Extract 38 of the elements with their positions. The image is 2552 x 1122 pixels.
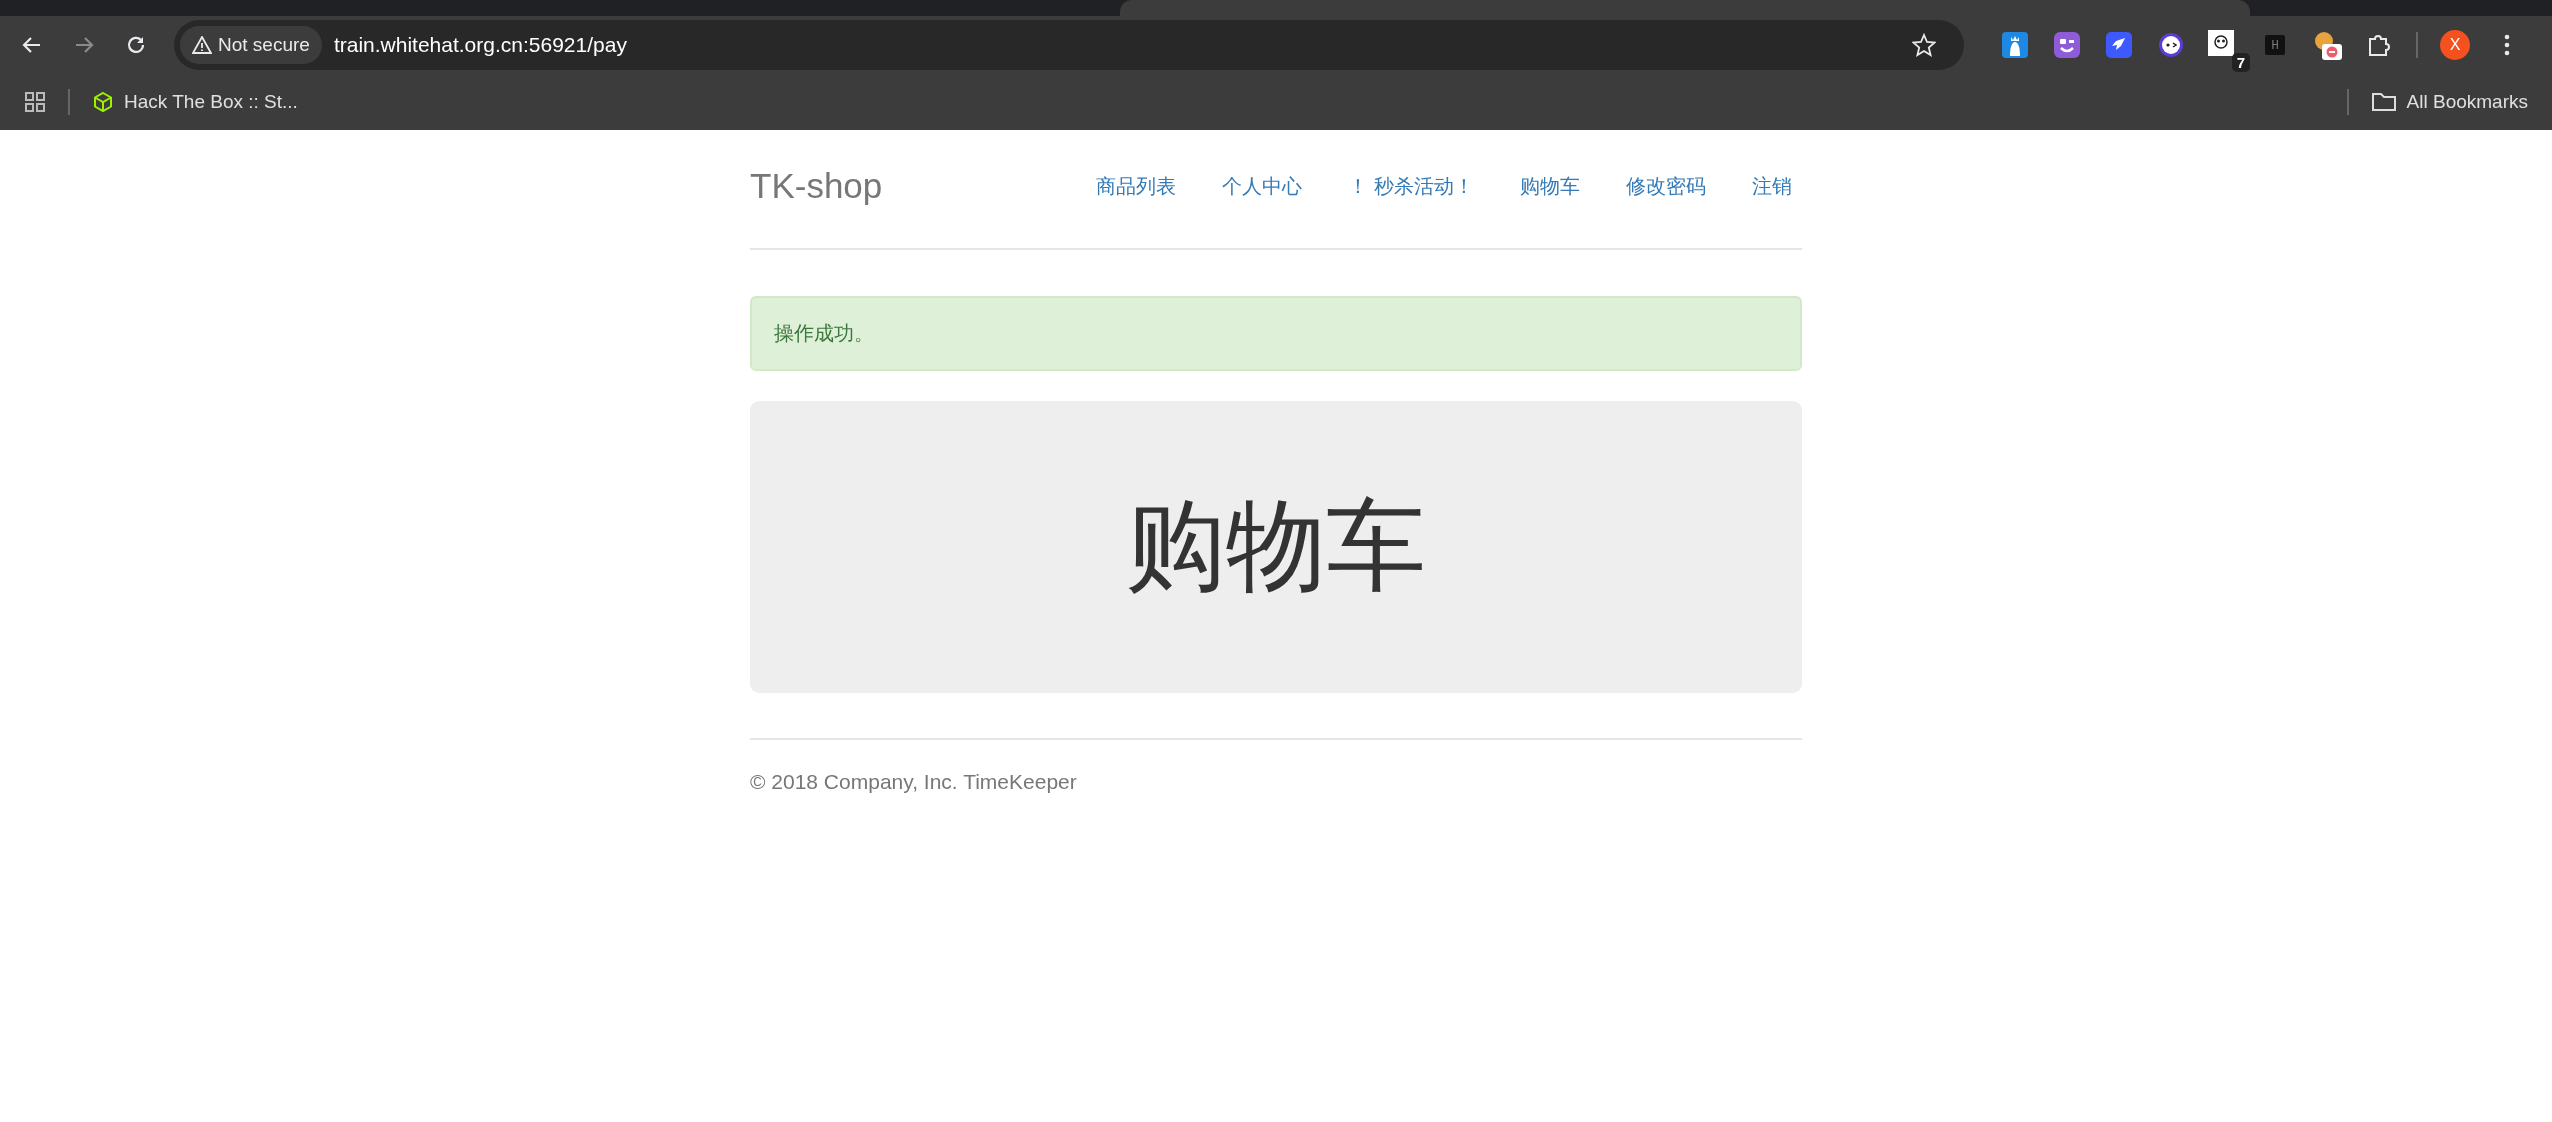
extension-letter: H: [2271, 38, 2279, 52]
extension-button[interactable]: 7: [2208, 30, 2250, 72]
extension-button[interactable]: [2104, 30, 2134, 60]
nav-link[interactable]: ！ 秒杀活动！: [1325, 172, 1497, 200]
smile-icon: [2054, 32, 2080, 58]
more-menu-icon: [2503, 33, 2511, 57]
warning-icon: [192, 36, 212, 54]
page-heading: 购物车: [1126, 487, 1426, 603]
nav-link[interactable]: 注销: [1729, 172, 1804, 200]
extension-button[interactable]: [2312, 30, 2342, 60]
face-icon: [2158, 32, 2184, 58]
site-brand[interactable]: TK-shop: [750, 166, 883, 206]
extension-button[interactable]: [2052, 30, 2082, 60]
profile-avatar[interactable]: X: [2440, 30, 2470, 60]
footer-text: © 2018 Company, Inc. TimeKeeper: [750, 770, 1077, 793]
bookmark-item[interactable]: Hack The Box :: St...: [92, 91, 298, 113]
security-chip[interactable]: Not secure: [180, 26, 322, 64]
apps-button[interactable]: [24, 91, 46, 113]
extension-button[interactable]: [2156, 30, 2186, 60]
letter-tile-icon: [2265, 35, 2285, 55]
cube-icon: [92, 91, 114, 113]
puzzle-icon: [2366, 32, 2392, 58]
nav-link[interactable]: 商品列表: [1073, 172, 1200, 200]
nav-link[interactable]: 个人中心: [1199, 172, 1326, 200]
star-icon: [1912, 33, 1936, 57]
blocked-extension-icon: [2312, 30, 2342, 60]
extension-button[interactable]: H: [2260, 30, 2290, 60]
apps-grid-icon: [24, 91, 46, 113]
rocket-icon: [2106, 32, 2132, 58]
nav-link[interactable]: 修改密码: [1603, 172, 1729, 200]
extension-badge: 7: [2231, 53, 2250, 72]
success-alert: 操作成功。: [750, 296, 1802, 371]
reload-icon: [125, 34, 147, 56]
folder-icon: [2370, 92, 2397, 112]
nav-link[interactable]: 购物车: [1497, 172, 1603, 200]
url-text: train.whitehat.org.cn:56921/pay: [333, 33, 628, 57]
address-bar[interactable]: Not secure train.whitehat.org.cn:56921/pay: [174, 20, 1964, 70]
all-bookmarks-button[interactable]: All Bookmarks: [2370, 91, 2528, 113]
